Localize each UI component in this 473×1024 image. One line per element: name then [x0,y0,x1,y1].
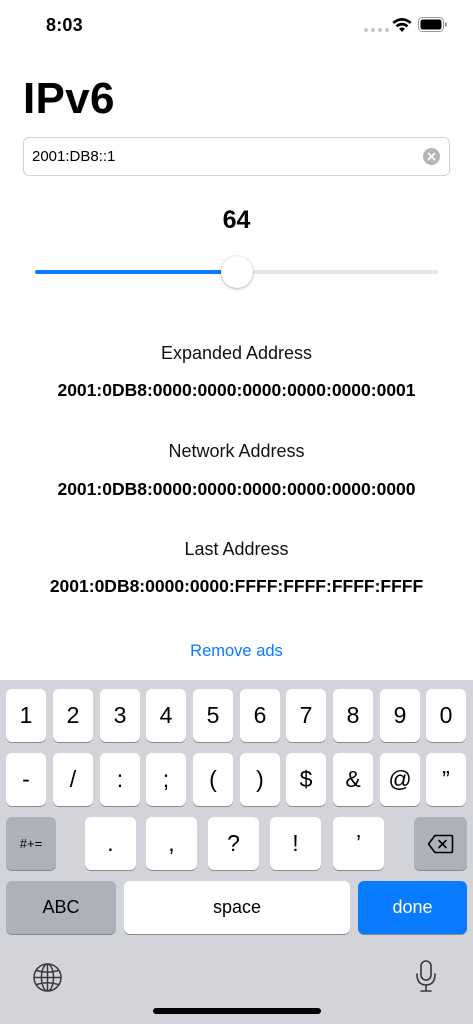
delete-icon [427,834,454,853]
last-address-label: Last Address [184,539,289,559]
key-ampersand[interactable]: & [333,753,373,806]
key-comma[interactable]: , [146,817,197,870]
key-quote[interactable]: ” [426,753,466,806]
keyboard: 1 2 3 4 5 6 7 8 9 0 - / : ; ( ) $ & @ ” … [0,680,473,1024]
key-open-paren[interactable]: ( [193,753,233,806]
slider-thumb[interactable] [221,256,253,288]
key-period[interactable]: . [85,817,136,870]
key-0[interactable]: 0 [426,689,466,742]
symbols-mode-key[interactable]: #+= [6,817,56,870]
expanded-address-label: Expanded Address [160,343,313,363]
status-time: 8:03 [46,15,83,35]
key-4[interactable]: 4 [146,689,186,742]
key-8[interactable]: 8 [333,689,373,742]
address-field[interactable] [23,137,450,176]
remove-ads-link[interactable]: Remove ads [0,642,473,661]
key-exclamation[interactable]: ! [270,817,321,870]
cellular-signal-icon [364,28,389,32]
network-address-label: Network Address [168,441,305,461]
key-9[interactable]: 9 [380,689,420,742]
key-at[interactable]: @ [380,753,420,806]
status-bar: 8:03 [0,0,473,52]
key-3[interactable]: 3 [100,689,140,742]
space-key[interactable]: space [124,881,350,934]
key-apostrophe[interactable]: ’ [333,817,384,870]
key-7[interactable]: 7 [286,689,326,742]
last-address-value: 2001:0DB8:0000:0000:FFFF:FFFF:FFFF:FFFF [49,576,424,596]
delete-key[interactable] [414,817,467,870]
slider-fill [35,270,237,274]
key-6[interactable]: 6 [240,689,280,742]
key-2[interactable]: 2 [53,689,93,742]
key-slash[interactable]: / [53,753,93,806]
address-input[interactable] [32,138,412,175]
key-dollar[interactable]: $ [286,753,326,806]
globe-icon[interactable] [32,962,63,993]
microphone-icon[interactable] [414,959,438,995]
clear-text-icon[interactable] [423,148,440,165]
key-question[interactable]: ? [208,817,259,870]
key-5[interactable]: 5 [193,689,233,742]
key-colon[interactable]: : [100,753,140,806]
battery-icon [418,17,447,32]
abc-key[interactable]: ABC [6,881,116,934]
key-close-paren[interactable]: ) [240,753,280,806]
wifi-icon [392,18,412,32]
page-title: IPv6 [23,74,115,123]
prefix-length-value: 64 [222,206,251,234]
key-hyphen[interactable]: - [6,753,46,806]
done-key[interactable]: done [358,881,467,934]
network-address-value: 2001:0DB8:0000:0000:0000:0000:0000:0000 [57,479,416,499]
key-1[interactable]: 1 [6,689,46,742]
key-semicolon[interactable]: ; [146,753,186,806]
expanded-address-value: 2001:0DB8:0000:0000:0000:0000:0000:0001 [57,380,416,400]
prefix-slider[interactable] [35,256,439,288]
home-indicator [153,1008,321,1014]
